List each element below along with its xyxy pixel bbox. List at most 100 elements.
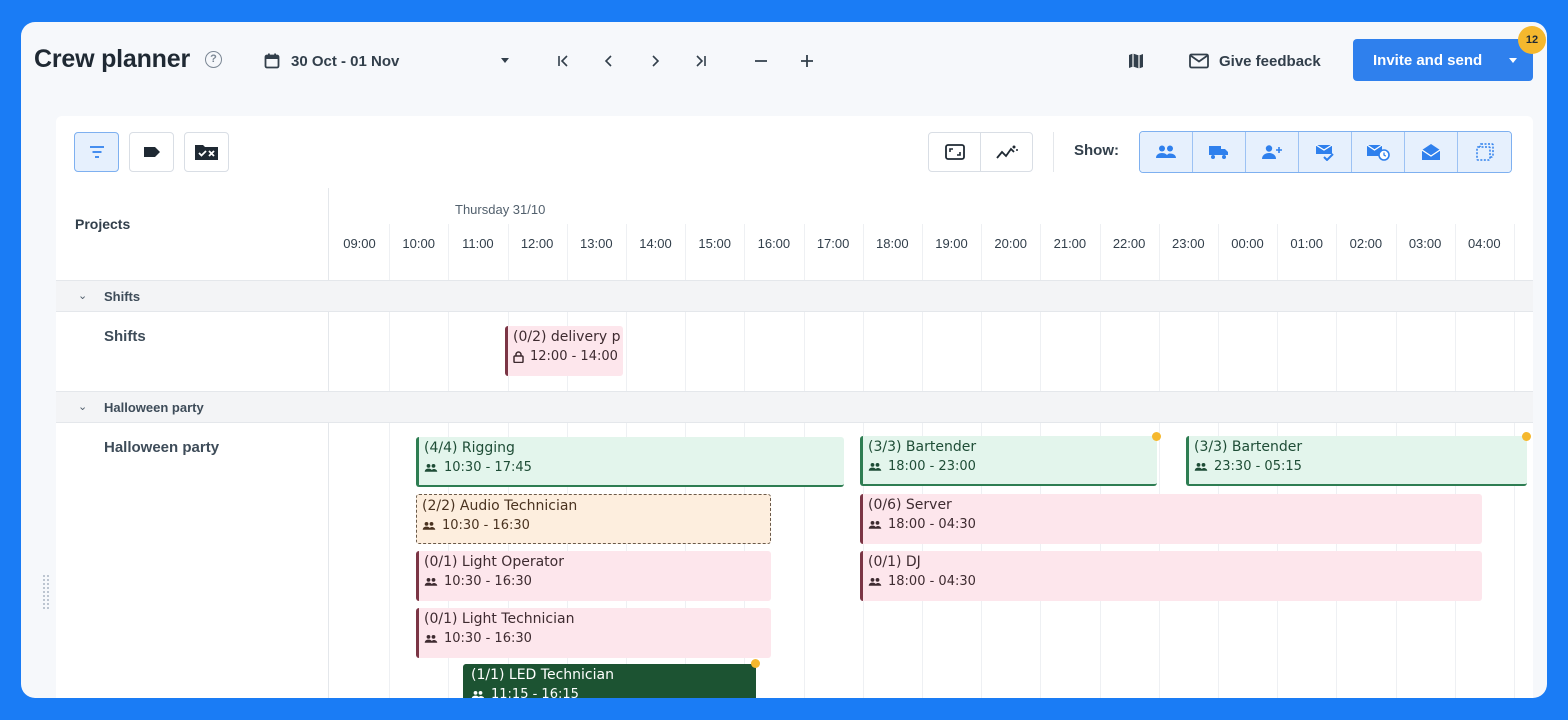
show-toggle-group — [1139, 131, 1512, 173]
shift-block[interactable]: (1/1) LED Technician 11:15 - 16:15 — [463, 664, 756, 698]
hour-label: 14:00 — [639, 236, 672, 251]
hour-label: 21:00 — [1053, 236, 1087, 251]
person-add-icon — [1262, 145, 1282, 159]
map-button[interactable] — [1118, 42, 1154, 80]
label-button[interactable] — [129, 132, 174, 172]
people-icon — [424, 577, 438, 586]
shift-name: (0/6) Server — [868, 497, 952, 513]
hour-label: 0 — [1514, 236, 1533, 251]
shift-block[interactable]: (0/1) Light Technician 10:30 - 16:30 — [416, 608, 771, 658]
shift-block[interactable]: (0/2) delivery p 12:00 - 14:00 — [505, 326, 623, 376]
people-icon — [422, 521, 436, 530]
zoom-out-button[interactable] — [738, 42, 784, 80]
shift-time: 11:15 - 16:15 — [491, 687, 579, 698]
hour-label: 04:00 — [1468, 236, 1501, 251]
shift-block[interactable]: (0/6) Server 18:00 - 04:30 — [860, 494, 1482, 544]
trend-icon — [995, 145, 1018, 159]
previous-period-button[interactable] — [586, 42, 632, 80]
people-icon — [1156, 145, 1176, 158]
shift-name: (1/1) LED Technician — [471, 667, 614, 683]
group-label: Halloween party — [104, 400, 204, 415]
mail-check-icon — [1315, 144, 1334, 161]
shift-time: 10:30 - 16:30 — [444, 631, 532, 646]
next-period-button[interactable] — [632, 42, 678, 80]
shift-block[interactable]: (4/4) Rigging 10:30 - 17:45 — [416, 437, 844, 487]
hour-label: 18:00 — [876, 236, 909, 251]
shift-block[interactable]: (0/1) DJ 18:00 - 04:30 — [860, 551, 1482, 601]
shift-name: (0/2) delivery p — [513, 329, 621, 345]
folder-check-icon — [194, 145, 218, 160]
resize-handle[interactable] — [42, 574, 50, 610]
project-row-label: Shifts — [104, 328, 146, 345]
hour-label: 00:00 — [1231, 236, 1264, 251]
invite-and-send-button[interactable]: Invite and send — [1353, 39, 1533, 81]
mail-clock-icon — [1366, 144, 1390, 161]
fullscreen-button[interactable] — [928, 132, 981, 172]
show-crew-toggle[interactable] — [1140, 132, 1193, 172]
hour-label: 22:00 — [1112, 236, 1146, 251]
status-dot — [1522, 432, 1531, 441]
status-dot — [751, 659, 760, 668]
analytics-button[interactable] — [980, 132, 1033, 172]
date-range-picker[interactable]: 30 Oct - 01 Nov — [257, 42, 521, 80]
crew-planner-window: Crew planner ? 30 Oct - 01 Nov Give feed… — [21, 22, 1547, 698]
group-label: Shifts — [104, 289, 141, 304]
hour-label: 16:00 — [757, 236, 791, 251]
calendar-icon — [261, 53, 283, 69]
chevron-down-icon — [501, 58, 509, 63]
chevron-down-icon[interactable]: ⌄ — [78, 289, 87, 302]
shift-block[interactable]: (2/2) Audio Technician 10:30 - 16:30 — [416, 494, 771, 544]
zoom-in-button[interactable] — [784, 42, 830, 80]
shift-name: (4/4) Rigging — [424, 440, 515, 456]
people-icon — [868, 520, 882, 529]
show-vehicles-toggle[interactable] — [1193, 132, 1246, 172]
shift-time: 18:00 - 04:30 — [888, 517, 976, 532]
give-feedback-button[interactable]: Give feedback — [1181, 42, 1329, 80]
day-header: Thursday 31/10 — [455, 202, 546, 217]
hour-label: 09:00 — [343, 236, 376, 251]
mail-open-icon — [1421, 144, 1441, 160]
group-row-halloween-party[interactable]: ⌄ Halloween party — [56, 391, 1533, 423]
hour-label: 03:00 — [1408, 236, 1442, 251]
first-period-button[interactable] — [540, 42, 586, 80]
shift-name: (3/3) Bartender — [868, 439, 977, 455]
people-icon — [424, 634, 438, 643]
show-confirmed-toggle[interactable] — [1299, 132, 1352, 172]
people-icon — [868, 462, 882, 471]
lock-icon — [513, 350, 524, 363]
date-navigation — [540, 42, 838, 80]
show-pending-toggle[interactable] — [1352, 132, 1405, 172]
show-label: Show: — [1074, 142, 1119, 159]
hour-label: 13:00 — [580, 236, 613, 251]
hour-label: 02:00 — [1349, 236, 1383, 251]
chevron-down-icon[interactable] — [1509, 58, 1517, 63]
hour-label: 10:00 — [402, 236, 435, 251]
shift-block[interactable]: (3/3) Bartender 18:00 - 23:00 — [860, 436, 1157, 486]
chevron-down-icon[interactable]: ⌄ — [78, 400, 87, 413]
shift-time: 18:00 - 04:30 — [888, 574, 976, 589]
shift-block[interactable]: (3/3) Bartender 23:30 - 05:15 — [1186, 436, 1527, 486]
status-dot — [1152, 432, 1161, 441]
filter-button[interactable] — [74, 132, 119, 172]
show-opened-toggle[interactable] — [1405, 132, 1458, 172]
page-title: Crew planner — [34, 45, 190, 73]
mail-icon — [1189, 53, 1209, 69]
show-copies-toggle[interactable] — [1458, 132, 1511, 172]
shift-block[interactable]: (0/1) Light Operator 10:30 - 16:30 — [416, 551, 771, 601]
shift-time: 23:30 - 05:15 — [1214, 459, 1302, 474]
people-icon — [1194, 462, 1208, 471]
shift-name: (2/2) Audio Technician — [422, 498, 578, 514]
hour-label: 23:00 — [1172, 236, 1205, 251]
give-feedback-label: Give feedback — [1219, 52, 1321, 70]
notification-badge: 12 — [1518, 26, 1546, 54]
group-row-shifts[interactable]: ⌄ Shifts — [56, 280, 1533, 312]
truck-icon — [1209, 146, 1228, 159]
folder-status-button[interactable] — [184, 132, 229, 172]
show-freelancers-toggle[interactable] — [1246, 132, 1299, 172]
help-icon[interactable]: ? — [205, 51, 222, 68]
last-period-button[interactable] — [678, 42, 724, 80]
hour-label: 01:00 — [1290, 236, 1323, 251]
shift-time: 10:30 - 16:30 — [444, 574, 532, 589]
tag-icon — [143, 147, 160, 157]
shift-time: 18:00 - 23:00 — [888, 459, 976, 474]
